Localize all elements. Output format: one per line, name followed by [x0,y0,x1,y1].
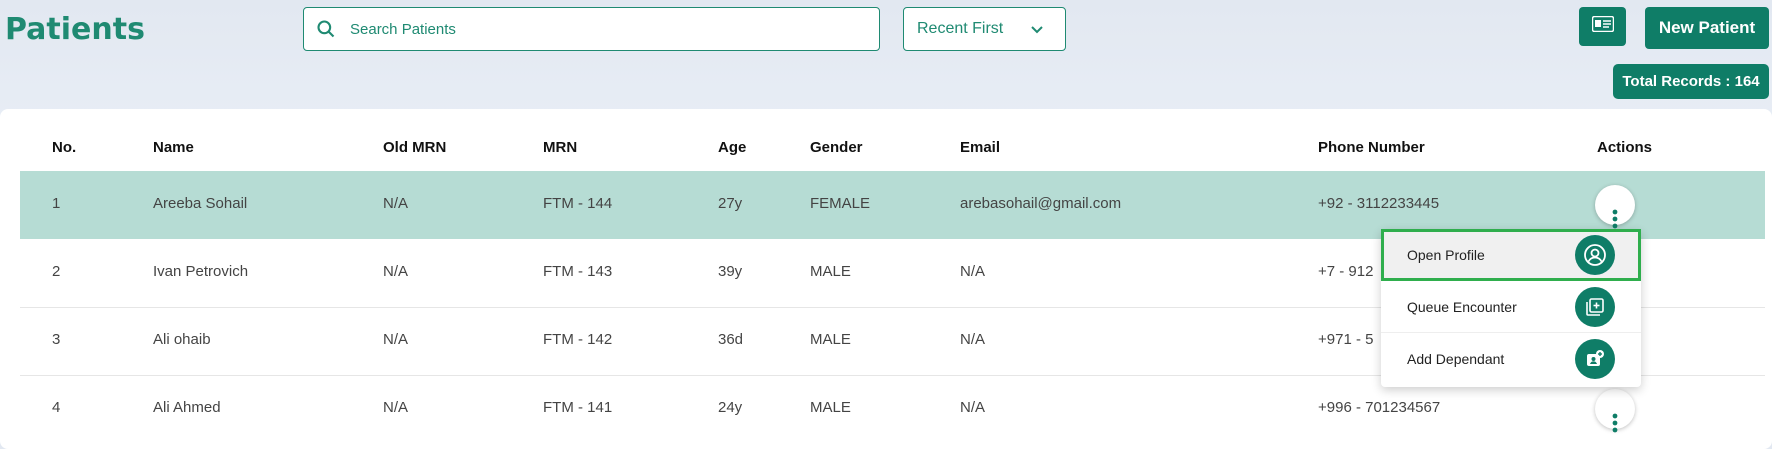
cell-gender: MALE [810,331,851,348]
cell-no: 2 [52,263,61,280]
row-actions-button[interactable] [1595,389,1635,433]
new-patient-button[interactable]: New Patient [1645,7,1769,49]
cell-name: Ivan Petrovich [153,263,249,280]
cell-age: 24y [718,399,743,416]
column-actions: Actions [1597,139,1653,156]
id-card-icon [1591,15,1614,37]
add-dependant-icon [1575,339,1615,379]
cell-phone: +7 - 912 [1318,263,1374,280]
cell-email: N/A [960,331,986,348]
cell-age: 36d [718,331,744,348]
menu-item-queue-encounter[interactable]: Queue Encounter [1381,281,1641,333]
column-age: Age [718,139,747,156]
column-mrn: MRN [543,139,578,156]
queue-add-icon [1575,286,1615,327]
cell-mrn: FTM - 143 [543,263,613,280]
cell-no: 4 [52,399,61,416]
column-name: Name [153,139,194,156]
cell-gender: MALE [810,399,851,416]
cell-mrn: FTM - 144 [543,195,613,212]
search-input[interactable] [348,19,879,39]
menu-item-open-profile[interactable]: Open Profile [1381,229,1641,281]
menu-item-add-dependant[interactable]: Add Dependant [1381,333,1641,385]
cell-email: arebasohail@gmail.com [960,195,1122,212]
menu-item-label: Queue Encounter [1407,298,1517,315]
cell-no: 1 [52,195,61,212]
table-header: No. Name Old MRN MRN Age Gender Email Ph… [0,139,1772,163]
cell-gender: FEMALE [810,195,871,212]
cell-phone: +92 - 3112233445 [1318,195,1440,212]
cell-phone: +996 - 701234567 [1318,399,1441,416]
sort-select[interactable]: Recent First [903,7,1066,51]
cell-old-mrn: N/A [383,399,409,416]
cell-age: 27y [718,195,743,212]
total-records-badge: Total Records : 164 [1613,64,1769,99]
cell-mrn: FTM - 141 [543,399,613,416]
cell-old-mrn: N/A [383,331,409,348]
user-circle-icon [1575,234,1615,275]
chevron-down-icon [1029,22,1045,43]
cell-gender: MALE [810,263,851,280]
cell-no: 3 [52,331,61,348]
more-vertical-icon [1612,413,1618,437]
menu-item-label: Add Dependant [1407,351,1505,367]
cell-name: Ali ohaib [153,331,211,348]
column-old-mrn: Old MRN [383,139,447,156]
row-actions-menu: Open Profile Queue Encounter Add Dependa… [1381,229,1641,387]
cell-phone: +971 - 5 [1318,331,1374,348]
cell-old-mrn: N/A [383,263,409,280]
cell-mrn: FTM - 142 [543,331,613,348]
sort-select-value: Recent First [917,20,1004,37]
cell-email: N/A [960,263,986,280]
page-title: Patients [5,12,145,47]
id-card-button[interactable] [1579,7,1626,46]
column-no: No. [52,139,77,156]
cell-email: N/A [960,399,986,416]
column-gender: Gender [810,139,863,156]
cell-name: Ali Ahmed [153,399,221,416]
column-phone-number: Phone Number [1318,139,1425,156]
cell-name: Areeba Sohail [153,195,248,212]
search-icon [316,18,338,40]
cell-old-mrn: N/A [383,195,409,212]
row-actions-button[interactable] [1595,185,1635,229]
cell-age: 39y [718,263,743,280]
menu-item-label: Open Profile [1407,246,1485,263]
search-box[interactable] [303,7,880,51]
column-email: Email [960,139,1001,156]
